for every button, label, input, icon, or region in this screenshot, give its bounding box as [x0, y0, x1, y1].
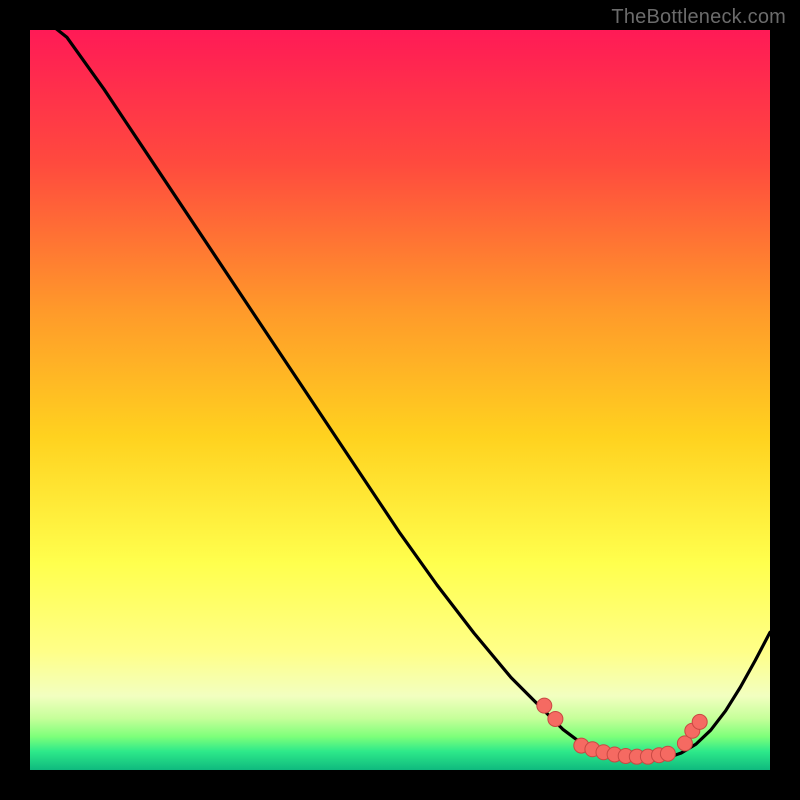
- chart-svg: [30, 30, 770, 770]
- curve-marker: [537, 698, 552, 713]
- curve-marker: [692, 714, 707, 729]
- curve-marker: [660, 746, 675, 761]
- plot-area: [30, 30, 770, 770]
- gradient-background: [30, 30, 770, 770]
- curve-marker: [548, 711, 563, 726]
- chart-frame: TheBottleneck.com: [0, 0, 800, 800]
- watermark-text: TheBottleneck.com: [611, 6, 786, 29]
